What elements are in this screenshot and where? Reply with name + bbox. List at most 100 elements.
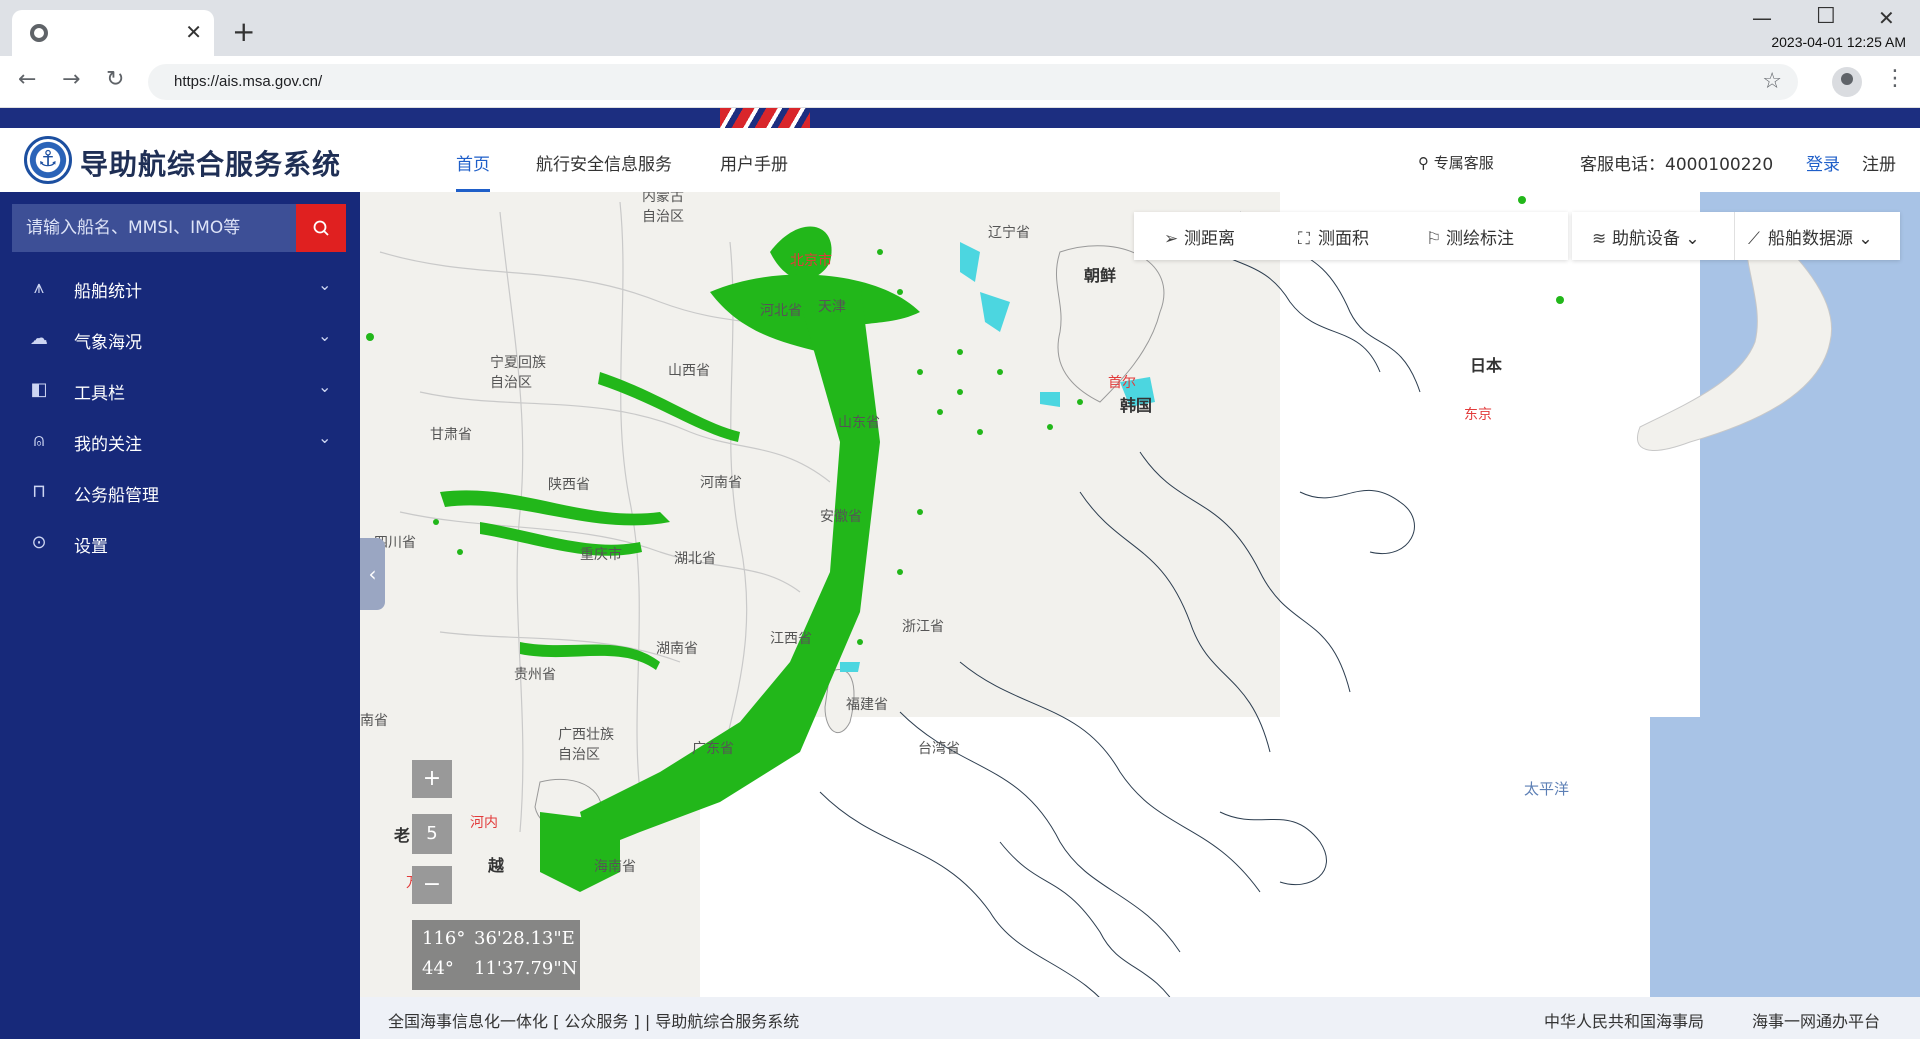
menu-kebab-icon[interactable]: ⋮ bbox=[1884, 66, 1906, 91]
msa-logo: ⚓ bbox=[24, 136, 72, 184]
map-label-tianjin: 天津 bbox=[818, 299, 846, 315]
register-link[interactable]: 注册 bbox=[1862, 150, 1896, 175]
service-label: 专属客服 bbox=[1433, 154, 1494, 172]
footer-system-info: 全国海事信息化一体化 [ 公众服务 ] | 导助航综合服务系统 bbox=[388, 1012, 800, 1031]
map-label-hanoi: 河内 bbox=[470, 815, 498, 831]
search-icon bbox=[313, 220, 329, 236]
map-label-liaoning: 辽宁省 bbox=[988, 225, 1030, 241]
profile-avatar-icon[interactable] bbox=[1832, 67, 1862, 97]
measure-toolbar: ➢ 测距离 ⛶ 测面积 ⚐ 测绘标注 bbox=[1134, 212, 1568, 260]
search-button[interactable] bbox=[296, 204, 346, 252]
layer-toolbar: ≋ 助航设备 ⌄ ⟋ 船舶数据源 ⌄ bbox=[1572, 212, 1900, 260]
page-footer: 全国海事信息化一体化 [ 公众服务 ] | 导助航综合服务系统 中华人民共和国海… bbox=[360, 997, 1920, 1039]
sidebar-collapse-button[interactable]: ‹ bbox=[360, 538, 385, 610]
zoom-out-button[interactable]: − bbox=[412, 866, 452, 904]
service-phone: 客服电话：4000100220 bbox=[1580, 155, 1774, 175]
map-label-shanxi: 山西省 bbox=[668, 363, 710, 379]
forward-icon[interactable]: → bbox=[62, 68, 80, 92]
chevron-down-icon: ⌄ bbox=[318, 326, 332, 345]
sidebar-item-settings[interactable]: ⊙ 设置 bbox=[0, 518, 360, 568]
navigation-arrow-icon: ➢ bbox=[1164, 229, 1179, 249]
sidebar-item-official-ships[interactable]: ⊓ 公务船管理 bbox=[0, 467, 360, 517]
sidebar-item-my-follows[interactable]: ⍝ 我的关注 ⌄ bbox=[0, 416, 360, 466]
weather-icon: ☁ bbox=[30, 328, 48, 349]
sidebar: ⩚ 船舶统计 ⌄ ☁ 气象海况 ⌄ ◧ 工具栏 ⌄ ⍝ 我的关注 ⌄ ⊓ 公务船… bbox=[0, 192, 360, 1039]
top-stripe bbox=[0, 108, 1920, 128]
anchor-icon: ⚓ bbox=[38, 147, 58, 172]
nav-home[interactable]: 首页 bbox=[456, 150, 490, 175]
settings-icon: ⊙ bbox=[31, 532, 47, 553]
nav-user-manual[interactable]: 用户手册 bbox=[720, 150, 788, 175]
map-canvas[interactable]: 内蒙古 自治区 辽宁省 北京市 河北省 天津 朝鲜 日本 东京 首尔 韩国 宁夏… bbox=[360, 192, 1920, 1039]
map-label-north-korea: 朝鲜 bbox=[1084, 266, 1117, 285]
measure-area-button[interactable]: ⛶ 测面积 bbox=[1298, 224, 1369, 249]
footer-portal-link[interactable]: 海事一网通办平台 bbox=[1752, 1008, 1880, 1032]
chrome-icon bbox=[30, 24, 48, 42]
reload-icon[interactable]: ↻ bbox=[106, 68, 124, 92]
sidebar-item-toolbox[interactable]: ◧ 工具栏 ⌄ bbox=[0, 365, 360, 415]
chevron-down-icon: ⌄ bbox=[1858, 229, 1873, 249]
site-header: ⚓ 导助航综合服务系统 首页 航行安全信息服务 用户手册 ⚲ 专属客服 客服电话… bbox=[0, 128, 1920, 192]
ship-datasource-dropdown[interactable]: ⟋ 船舶数据源 ⌄ bbox=[1748, 224, 1873, 249]
map-label-hunan: 湖南省 bbox=[656, 641, 698, 657]
longitude-row: 116° 36'28.13"E bbox=[422, 928, 575, 949]
login-link[interactable]: 登录 bbox=[1806, 150, 1840, 175]
chevron-down-icon: ⌄ bbox=[318, 428, 332, 447]
layers-icon: ≋ bbox=[1592, 229, 1607, 249]
map-label-seoul: 首尔 bbox=[1108, 375, 1136, 391]
url-text: https://ais.msa.gov.cn/ bbox=[174, 73, 323, 90]
navaid-dropdown[interactable]: ≋ 助航设备 ⌄ bbox=[1592, 224, 1700, 249]
headset-icon: ⚲ bbox=[1418, 154, 1429, 172]
chart-overlay-south bbox=[700, 717, 1650, 1017]
map-label-text: 内蒙古 自治区 bbox=[642, 192, 684, 225]
lock-icon: ⊓ bbox=[31, 481, 47, 502]
chevron-down-icon: ⌄ bbox=[1685, 229, 1700, 249]
tool-label: 测面积 bbox=[1318, 229, 1369, 249]
sidebar-item-label: 设置 bbox=[74, 537, 108, 557]
map-label-yunnan: 南省 bbox=[360, 713, 388, 729]
filter-icon: ⩚ bbox=[33, 277, 45, 298]
map-label-pacific: 太平洋 bbox=[1524, 780, 1570, 798]
nav-safety-info[interactable]: 航行安全信息服务 bbox=[536, 150, 672, 175]
map-label-anhui: 安徽省 bbox=[820, 509, 862, 525]
sidebar-item-weather[interactable]: ☁ 气象海况 ⌄ bbox=[0, 314, 360, 364]
url-field[interactable]: https://ais.msa.gov.cn/ ☆ bbox=[148, 64, 1798, 100]
browser-tab-bar: ✕ + — ☐ ✕ 2023-04-01 12:25 AM bbox=[0, 0, 1920, 56]
map-label-vietnam: 越 bbox=[488, 856, 505, 875]
map-label-shandong: 山东省 bbox=[838, 415, 880, 431]
mark-annotation-button[interactable]: ⚐ 测绘标注 bbox=[1426, 224, 1514, 249]
minimize-icon[interactable]: — bbox=[1752, 6, 1772, 30]
map-label-text: 宁夏回族 自治区 bbox=[490, 355, 546, 391]
map-label-taiwan: 台湾省 bbox=[918, 741, 960, 757]
sidebar-item-ship-stats[interactable]: ⩚ 船舶统计 ⌄ bbox=[0, 263, 360, 313]
stripe-decoration bbox=[720, 108, 810, 128]
chevron-down-icon: ⌄ bbox=[318, 377, 332, 396]
area-icon: ⛶ bbox=[1298, 229, 1310, 249]
tool-label: 测距离 bbox=[1184, 229, 1235, 249]
longitude-minutes: 36'28.13"E bbox=[474, 928, 575, 949]
close-window-icon[interactable]: ✕ bbox=[1878, 6, 1895, 30]
sidebar-item-label: 船舶统计 bbox=[74, 282, 142, 302]
new-tab-icon[interactable]: + bbox=[232, 18, 255, 46]
map-label-hubei: 湖北省 bbox=[674, 551, 716, 567]
bookmark-star-icon[interactable]: ☆ bbox=[1762, 69, 1782, 94]
browser-tab[interactable]: ✕ bbox=[12, 10, 214, 56]
dropdown-label: 船舶数据源 bbox=[1768, 229, 1853, 249]
close-tab-icon[interactable]: ✕ bbox=[185, 20, 202, 44]
ship-search-input[interactable] bbox=[12, 204, 296, 252]
map-label-shaanxi: 陕西省 bbox=[548, 477, 590, 493]
chart-overlay-north bbox=[1280, 192, 1700, 717]
toolbox-icon: ◧ bbox=[30, 379, 48, 400]
exclusive-service-link[interactable]: ⚲ 专属客服 bbox=[1418, 152, 1494, 173]
back-icon[interactable]: ← bbox=[18, 68, 36, 92]
maximize-icon[interactable]: ☐ bbox=[1816, 4, 1836, 29]
map-label-laos: 老 bbox=[394, 826, 411, 845]
map-base bbox=[360, 192, 1920, 1039]
map-label-inner-mongolia: 内蒙古 自治区 bbox=[642, 192, 684, 226]
footer-msa-link[interactable]: 中华人民共和国海事局 bbox=[1544, 1008, 1704, 1032]
measure-distance-button[interactable]: ➢ 测距离 bbox=[1164, 224, 1235, 249]
map-label-henan: 河南省 bbox=[700, 475, 742, 491]
tool-label: 测绘标注 bbox=[1446, 229, 1514, 249]
zoom-in-button[interactable]: + bbox=[412, 760, 452, 798]
map-label-tokyo: 东京 bbox=[1464, 407, 1492, 423]
